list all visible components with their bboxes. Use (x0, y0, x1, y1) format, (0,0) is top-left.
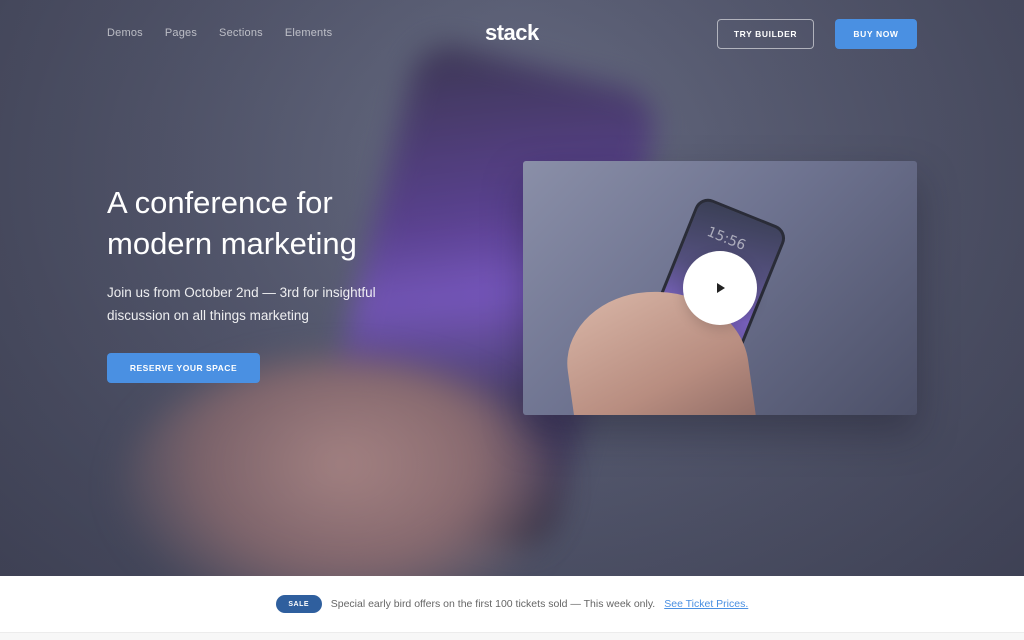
logo[interactable]: stack (485, 20, 539, 46)
buy-now-button[interactable]: BUY NOW (835, 19, 917, 49)
sale-badge: SALE (275, 595, 322, 613)
video-thumbnail[interactable]: 15:56 (523, 161, 917, 415)
page-bottom-strip (0, 632, 1024, 640)
notice-text: Special early bird offers on the first 1… (330, 598, 656, 610)
nav-demos[interactable]: Demos (107, 27, 143, 39)
nav-elements[interactable]: Elements (285, 27, 332, 39)
nav-pages[interactable]: Pages (165, 27, 197, 39)
nav-sections[interactable]: Sections (219, 27, 263, 39)
reserve-space-button[interactable]: RESERVE YOUR SPACE (107, 353, 260, 383)
hero-subheading: Join us from October 2nd — 3rd for insig… (107, 285, 376, 323)
play-button[interactable] (683, 251, 757, 325)
play-icon (717, 283, 725, 293)
see-ticket-prices-link[interactable]: See Ticket Prices. (664, 598, 748, 610)
notice-bar: SALE Special early bird offers on the fi… (0, 576, 1024, 632)
main-nav: Demos Pages Sections Elements (107, 27, 332, 39)
try-builder-button[interactable]: TRY BUILDER (717, 19, 814, 49)
hero-section: Demos Pages Sections Elements stack TRY … (0, 0, 1024, 576)
hero-headline: A conference for modern marketing (107, 185, 357, 261)
